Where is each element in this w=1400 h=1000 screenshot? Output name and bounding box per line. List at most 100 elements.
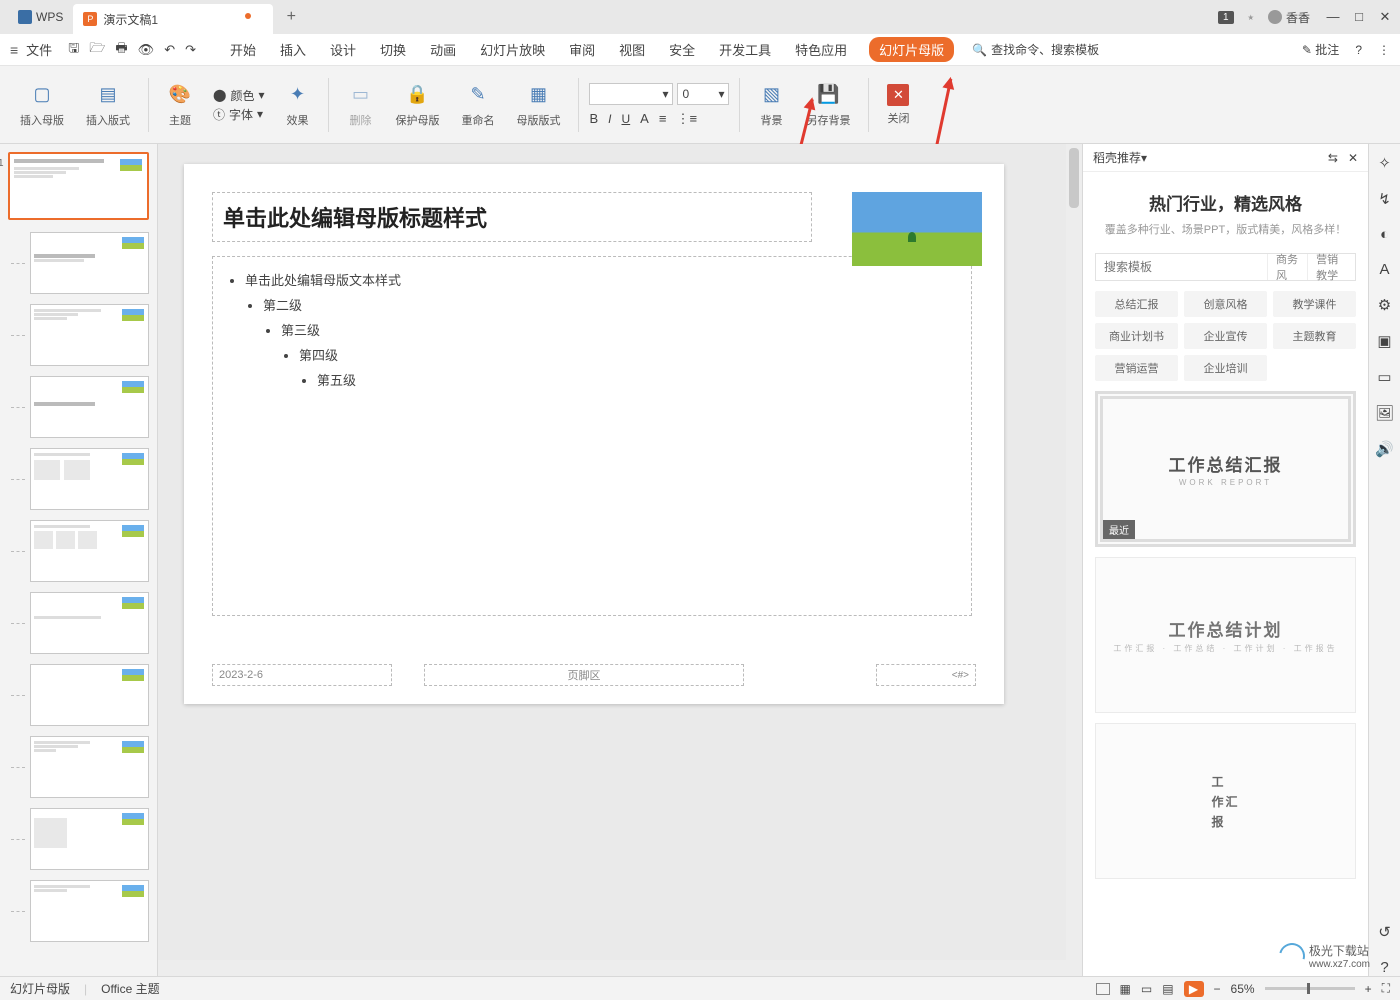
tab-security[interactable]: 安全: [667, 36, 697, 63]
numbering-button[interactable]: ⋮≡: [676, 111, 697, 127]
notification-badge[interactable]: 1: [1218, 11, 1234, 24]
minimize-button[interactable]: —: [1324, 9, 1342, 25]
slidenum-placeholder[interactable]: <#>: [876, 664, 976, 686]
undo-icon[interactable]: ↶: [164, 42, 175, 58]
tab-insert[interactable]: 插入: [278, 36, 308, 63]
audio-icon[interactable]: 🔊: [1375, 440, 1394, 458]
rename-button[interactable]: ✎重命名: [453, 74, 502, 136]
redo-icon[interactable]: ↷: [185, 42, 196, 58]
layout-thumbnail[interactable]: [30, 592, 149, 654]
template-list[interactable]: 工作总结汇报 WORK REPORT 最近 工作总结计划 工作汇报 · 工作总结…: [1083, 391, 1368, 976]
open-icon[interactable]: 🗁: [89, 39, 105, 61]
close-window-button[interactable]: ✕: [1376, 9, 1394, 25]
tab-devtools[interactable]: 开发工具: [717, 36, 773, 63]
layout-thumbnail[interactable]: [30, 232, 149, 294]
search-input[interactable]: [1096, 260, 1267, 274]
italic-button[interactable]: I: [608, 111, 611, 127]
insert-master-button[interactable]: ▢插入母版: [12, 74, 72, 136]
layout-thumbnail[interactable]: [30, 448, 149, 510]
color-dropdown[interactable]: ⬤颜色▾: [213, 87, 264, 104]
pin-icon[interactable]: ⇆: [1328, 151, 1338, 165]
tag-item[interactable]: 总结汇报: [1095, 291, 1178, 317]
layout-thumbnail[interactable]: [30, 304, 149, 366]
tab-special[interactable]: 特色应用: [793, 36, 849, 63]
tab-transition[interactable]: 切换: [378, 36, 408, 63]
clipboard-icon[interactable]: ▭: [1377, 368, 1391, 386]
search-tag2[interactable]: 营销教学: [1307, 254, 1355, 280]
background-button[interactable]: ▧背景: [750, 74, 792, 136]
zoom-out-button[interactable]: −: [1214, 982, 1221, 996]
search-tag1[interactable]: 商务风: [1267, 254, 1307, 280]
font-color-button[interactable]: A: [640, 111, 649, 127]
title-placeholder[interactable]: 单击此处编辑母版标题样式: [212, 192, 812, 242]
template-search[interactable]: 商务风 营销教学: [1095, 253, 1356, 281]
tab-slideshow[interactable]: 幻灯片放映: [478, 36, 547, 63]
protect-master-button[interactable]: 🔒保护母版: [387, 74, 447, 136]
history-icon[interactable]: ↺: [1378, 923, 1391, 941]
add-tab-button[interactable]: +: [277, 3, 305, 31]
bullets-button[interactable]: ≡: [659, 111, 667, 127]
footer-placeholder[interactable]: 页脚区: [424, 664, 744, 686]
bold-button[interactable]: B: [589, 111, 598, 127]
skin-icon[interactable]: ⭑: [1248, 10, 1254, 25]
tab-view[interactable]: 视图: [617, 36, 647, 63]
notes-view-icon[interactable]: ▤: [1162, 982, 1173, 996]
template-card[interactable]: 工作汇报: [1095, 723, 1356, 879]
master-thumbnail[interactable]: [8, 152, 149, 220]
layout-thumbnail[interactable]: [30, 664, 149, 726]
user-menu[interactable]: 香香: [1268, 9, 1310, 26]
date-placeholder[interactable]: 2023-2-6: [212, 664, 392, 686]
body-placeholder[interactable]: 单击此处编辑母版文本样式 第二级 第三级 第四级 第五级: [212, 256, 972, 616]
tab-review[interactable]: 审阅: [567, 36, 597, 63]
ai-icon[interactable]: ✧: [1378, 154, 1391, 172]
zoom-value[interactable]: 65%: [1231, 982, 1255, 996]
document-tab[interactable]: P 演示文稿1: [73, 4, 273, 34]
font-name-combo[interactable]: ▾: [589, 83, 673, 105]
effect-button[interactable]: ✦效果: [276, 74, 318, 136]
theme-button[interactable]: 🎨主题: [159, 74, 201, 136]
comments-button[interactable]: ✎ 批注: [1302, 41, 1339, 58]
tag-item[interactable]: 营销运营: [1095, 355, 1178, 381]
wps-logo[interactable]: WPS: [8, 0, 73, 34]
file-menu[interactable]: 文件: [26, 40, 52, 59]
sorter-view-icon[interactable]: ▦: [1120, 982, 1131, 996]
help-button[interactable]: ?: [1355, 43, 1362, 57]
insert-layout-button[interactable]: ▤插入版式: [78, 74, 138, 136]
layout-thumbnail[interactable]: [30, 376, 149, 438]
layout-thumbnail[interactable]: [30, 880, 149, 942]
slide-thumbnails[interactable]: [0, 144, 158, 976]
reading-view-icon[interactable]: ▭: [1141, 982, 1152, 996]
text-icon[interactable]: A: [1379, 261, 1389, 278]
tag-item[interactable]: 商业计划书: [1095, 323, 1178, 349]
select-icon[interactable]: ↯: [1378, 190, 1391, 208]
print-preview-icon[interactable]: 👁: [138, 42, 155, 58]
font-size-combo[interactable]: 0▾: [677, 83, 729, 105]
tag-item[interactable]: 企业培训: [1184, 355, 1267, 381]
tag-item[interactable]: 企业宣传: [1184, 323, 1267, 349]
shape-icon[interactable]: ◐: [1380, 226, 1389, 243]
support-icon[interactable]: ?: [1380, 959, 1388, 976]
image-icon[interactable]: 🖼: [1375, 404, 1394, 422]
tab-start[interactable]: 开始: [228, 36, 258, 63]
more-icon[interactable]: ⋮: [1378, 43, 1390, 57]
vertical-scrollbar[interactable]: [1066, 144, 1082, 976]
tag-item[interactable]: 主题教育: [1273, 323, 1356, 349]
panel-title[interactable]: 稻壳推荐: [1093, 149, 1141, 166]
image-placeholder[interactable]: [852, 192, 982, 266]
search-command[interactable]: 🔍 查找命令、搜索模板: [972, 41, 1099, 58]
zoom-in-button[interactable]: +: [1365, 982, 1372, 996]
master-slide[interactable]: 单击此处编辑母版标题样式 单击此处编辑母版文本样式 第二级 第三级 第四级 第五…: [184, 164, 1004, 704]
horizontal-scrollbar[interactable]: [158, 960, 1066, 976]
template-card[interactable]: 工作总结计划 工作汇报 · 工作总结 · 工作计划 · 工作报告: [1095, 557, 1356, 713]
slide-editor[interactable]: 单击此处编辑母版标题样式 单击此处编辑母版文本样式 第二级 第三级 第四级 第五…: [158, 144, 1082, 976]
delete-button[interactable]: ▭删除: [339, 74, 381, 136]
slideshow-button[interactable]: ▶: [1184, 981, 1204, 997]
material-icon[interactable]: ▣: [1377, 332, 1391, 350]
maximize-button[interactable]: □: [1350, 9, 1368, 25]
settings-icon[interactable]: ⚙: [1378, 296, 1391, 314]
tab-animation[interactable]: 动画: [428, 36, 458, 63]
template-card[interactable]: 工作总结汇报 WORK REPORT 最近: [1095, 391, 1356, 547]
layout-format-button[interactable]: ▦母版版式: [508, 74, 568, 136]
save-icon[interactable]: 🖫: [68, 39, 79, 61]
zoom-slider[interactable]: [1265, 987, 1355, 990]
